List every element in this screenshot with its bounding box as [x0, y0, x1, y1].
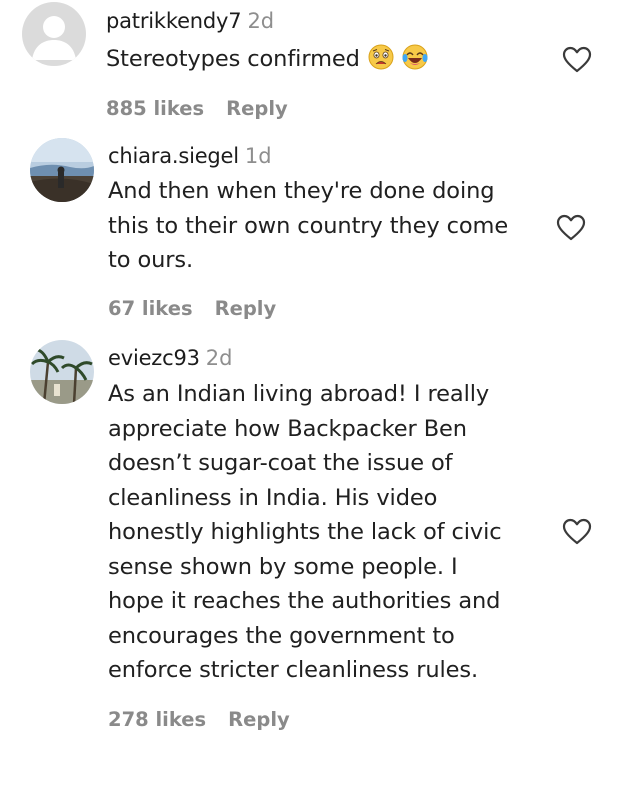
like-heart-icon[interactable] [561, 516, 593, 548]
likes-count[interactable]: 278 likes [108, 708, 206, 731]
comment-line: this to their own country they come [108, 212, 509, 239]
comment-line: And then when they're done doing [108, 178, 495, 204]
face-with-tears-of-joy-emoji-icon [402, 44, 428, 70]
comment-line: honestly highlights the lack of civic [108, 519, 502, 545]
avatar[interactable] [30, 138, 94, 202]
comment-meta: 885 likes Reply [106, 99, 288, 119]
username[interactable]: patrikkendy7 [106, 9, 242, 33]
comment-text: As an Indian living abroad! I really app… [108, 377, 502, 688]
like-heart-icon[interactable] [555, 212, 587, 244]
likes-count[interactable]: 885 likes [106, 97, 204, 120]
timestamp[interactable]: 1d [245, 144, 272, 168]
comment-line: encourages the government to [108, 622, 455, 649]
comment-line: hope it reaches the authorities and [108, 588, 501, 614]
comment-line: As an Indian living abroad! I really [108, 381, 490, 407]
comment-meta: 278 likes Reply [108, 710, 290, 730]
likes-count[interactable]: 67 likes [108, 297, 193, 320]
reply-button[interactable]: Reply [215, 297, 277, 320]
comment-line: to ours. [108, 247, 194, 273]
comment-line: cleanliness in India. His video [108, 484, 438, 511]
reply-button[interactable]: Reply [228, 708, 290, 731]
username[interactable]: eviezc93 [108, 346, 200, 370]
avatar[interactable] [22, 2, 86, 66]
like-heart-icon[interactable] [561, 44, 593, 76]
comment-header: eviezc93 2d [108, 348, 233, 369]
palm-tree-photo-avatar-icon [30, 340, 94, 404]
comment-text: Stereotypes confirmed [106, 42, 428, 77]
timestamp[interactable]: 2d [206, 346, 233, 370]
anxious-face-emoji-icon [368, 44, 394, 70]
comment-meta: 67 likes Reply [108, 299, 276, 319]
comment-line: doesn’t sugar-coat the issue of [108, 450, 453, 476]
comment-line: appreciate how Backpacker Ben [108, 415, 467, 442]
comment-line: enforce stricter cleanliness rules. [108, 657, 479, 683]
comment-header: chiara.siegel 1d [108, 146, 272, 167]
timestamp[interactable]: 2d [247, 9, 274, 33]
comment-header: patrikkendy7 2d [106, 11, 274, 32]
avatar[interactable] [30, 340, 94, 404]
comment-line: Stereotypes confirmed [106, 42, 428, 77]
comment-text: And then when they're done doing this to… [108, 174, 508, 278]
username[interactable]: chiara.siegel [108, 144, 239, 168]
reply-button[interactable]: Reply [226, 97, 288, 120]
default-avatar-icon [22, 2, 86, 66]
comment-item: patrikkendy7 2d Stereotypes confirmed 88… [0, 0, 620, 130]
landscape-photo-avatar-icon [30, 138, 94, 202]
comment-line: sense shown by some people. I [108, 553, 458, 580]
